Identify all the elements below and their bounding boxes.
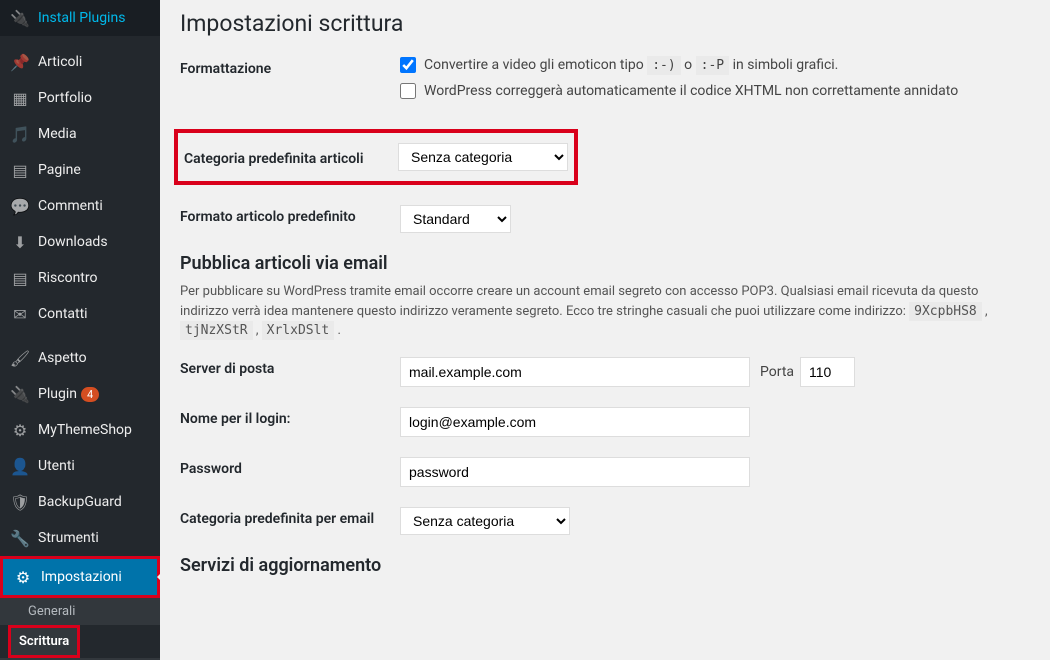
email-post-heading: Pubblica articoli via email — [180, 253, 1030, 274]
sidebar-item-portfolio[interactable]: ▦Portfolio — [0, 80, 160, 116]
feedback-icon: ▤ — [10, 268, 30, 288]
login-label: Nome per il login: — [180, 407, 400, 427]
sidebar-item-impostazioni[interactable]: ⚙Impostazioni — [0, 556, 160, 598]
shield-icon: 🛡 — [10, 492, 30, 512]
password-input[interactable] — [400, 457, 750, 487]
mail-icon: ✉ — [10, 304, 30, 324]
sidebar-item-mythemeshop[interactable]: ⚙MyThemeShop — [0, 412, 160, 448]
email-post-description: Per pubblicare su WordPress tramite emai… — [180, 282, 1030, 341]
sliders-icon: ⚙ — [13, 567, 33, 587]
sidebar-item-plugin[interactable]: 🔌Plugin4 — [0, 376, 160, 412]
sidebar-item-downloads[interactable]: ⬇Downloads — [0, 224, 160, 260]
update-badge: 4 — [81, 387, 99, 402]
plug-icon: 🔌 — [10, 8, 30, 28]
default-category-select[interactable]: Senza categoria — [398, 143, 568, 171]
plug-icon: 🔌 — [10, 384, 30, 404]
download-icon: ⬇ — [10, 232, 30, 252]
page-icon: ▤ — [10, 160, 30, 180]
sidebar-item-utenti[interactable]: 👤Utenti — [0, 448, 160, 484]
sidebar-item-contatti[interactable]: ✉Contatti — [0, 296, 160, 332]
password-label: Password — [180, 457, 400, 477]
sidebar-item-backupguard[interactable]: 🛡BackupGuard — [0, 484, 160, 520]
theme-icon: ⚙ — [10, 420, 30, 440]
sidebar-item-media[interactable]: 🎵Media — [0, 116, 160, 152]
mail-server-label: Server di posta — [180, 357, 400, 377]
sidebar-sub-generali[interactable]: Generali — [0, 598, 160, 625]
wrench-icon: 🔧 — [10, 528, 30, 548]
port-input[interactable] — [800, 357, 855, 387]
formatting-label: Formattazione — [180, 57, 400, 77]
xhtml-label: WordPress correggerà automaticamente il … — [424, 83, 958, 99]
email-category-select[interactable]: Senza categoria — [400, 507, 570, 535]
brush-icon: 🖌 — [10, 348, 30, 368]
xhtml-checkbox[interactable] — [400, 83, 416, 99]
port-label: Porta — [760, 364, 794, 380]
email-category-label: Categoria predefinita per email — [180, 507, 400, 527]
grid-icon: ▦ — [10, 88, 30, 108]
sidebar-item-commenti[interactable]: 💬Commenti — [0, 188, 160, 224]
admin-sidebar: 🔌Install Plugins 📌Articoli ▦Portfolio 🎵M… — [0, 0, 160, 660]
sidebar-sub-scrittura[interactable]: Scrittura — [8, 625, 80, 658]
main-content: Impostazioni scrittura Formattazione Con… — [160, 0, 1050, 660]
sidebar-item-pagine[interactable]: ▤Pagine — [0, 152, 160, 188]
sidebar-item-articoli[interactable]: 📌Articoli — [0, 44, 160, 80]
page-title: Impostazioni scrittura — [180, 10, 1030, 37]
comment-icon: 💬 — [10, 196, 30, 216]
emoticon-checkbox[interactable] — [400, 57, 416, 73]
sidebar-item-strumenti[interactable]: 🔧Strumenti — [0, 520, 160, 556]
pin-icon: 📌 — [10, 52, 30, 72]
sidebar-item-install-plugins[interactable]: 🔌Install Plugins — [0, 0, 160, 36]
default-format-select[interactable]: Standard — [400, 205, 511, 233]
mail-server-input[interactable] — [400, 357, 750, 387]
emoticon-label: Convertire a video gli emoticon tipo :-)… — [424, 57, 838, 73]
sidebar-item-riscontro[interactable]: ▤Riscontro — [0, 260, 160, 296]
default-category-highlight: Categoria predefinita articoli Senza cat… — [174, 129, 578, 185]
users-icon: 👤 — [10, 456, 30, 476]
sidebar-item-aspetto[interactable]: 🖌Aspetto — [0, 340, 160, 376]
login-input[interactable] — [400, 407, 750, 437]
update-services-heading: Servizi di aggiornamento — [180, 555, 1030, 576]
media-icon: 🎵 — [10, 124, 30, 144]
default-category-label: Categoria predefinita articoli — [184, 147, 398, 167]
default-format-label: Formato articolo predefinito — [180, 205, 400, 225]
